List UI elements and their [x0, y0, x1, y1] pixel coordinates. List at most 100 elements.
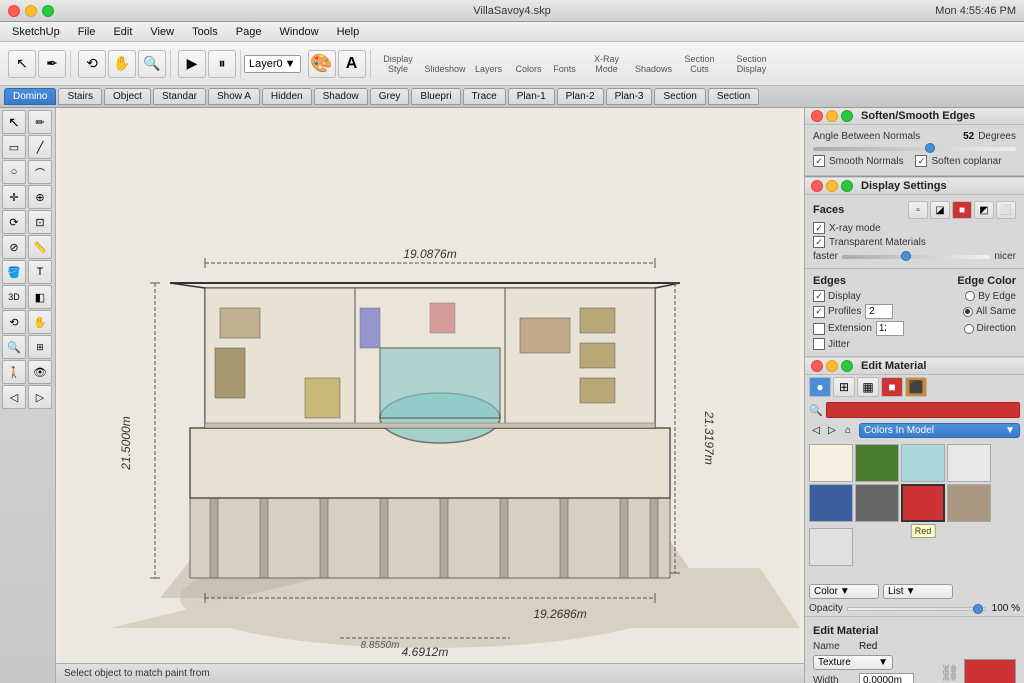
- menu-window[interactable]: Window: [271, 24, 326, 40]
- texture-dropdown[interactable]: Texture ▼: [813, 655, 893, 670]
- nav-home[interactable]: ⌂: [841, 424, 855, 438]
- swatch-light-blue[interactable]: [901, 444, 945, 482]
- profiles-checkbox[interactable]: [813, 306, 825, 318]
- width-field[interactable]: [859, 673, 914, 683]
- color-type-dropdown[interactable]: Color ▼: [809, 584, 879, 599]
- tool-next[interactable]: ▷: [28, 385, 52, 409]
- toolbar-orbit[interactable]: ⟲: [78, 50, 106, 78]
- face-icon-3[interactable]: ■: [952, 201, 972, 219]
- tool-3d-text[interactable]: 3D: [2, 285, 26, 309]
- tab-stairs[interactable]: Stairs: [58, 88, 102, 105]
- tab-plan1[interactable]: Plan-1: [508, 88, 555, 105]
- swatch-scrollbar[interactable]: [947, 444, 991, 482]
- menu-tools[interactable]: Tools: [184, 24, 226, 40]
- jitter-checkbox[interactable]: [813, 338, 825, 350]
- swatch-light-gray[interactable]: [809, 528, 853, 566]
- xray-checkbox[interactable]: [813, 222, 825, 234]
- toolbar-play[interactable]: ▶: [178, 50, 206, 78]
- tool-rect[interactable]: ▭: [2, 135, 26, 159]
- tool-look[interactable]: 👁: [28, 360, 52, 384]
- mat-icon-3[interactable]: ▦: [857, 377, 879, 397]
- swatch-tan[interactable]: [947, 484, 991, 522]
- tool-rotate[interactable]: ⟳: [2, 210, 26, 234]
- face-icon-4[interactable]: ◩: [974, 201, 994, 219]
- tab-grey[interactable]: Grey: [370, 88, 410, 105]
- minimize-button[interactable]: [25, 5, 37, 17]
- tab-section2[interactable]: Section: [708, 88, 759, 105]
- display-zoom-button[interactable]: [841, 180, 853, 192]
- viewport-canvas[interactable]: 19.0876m 21.3197m 21.5000m 19.2686m 4.69…: [56, 108, 804, 683]
- tool-zoom[interactable]: 🔍: [2, 335, 26, 359]
- menu-file[interactable]: File: [70, 24, 104, 40]
- swatch-red[interactable]: Red: [901, 484, 945, 522]
- tab-standar[interactable]: Standar: [153, 88, 206, 105]
- soften-zoom-button[interactable]: [841, 110, 853, 122]
- face-icon-5[interactable]: ⬜: [996, 201, 1016, 219]
- smooth-normals-checkbox[interactable]: [813, 155, 825, 167]
- tool-section[interactable]: ◧: [28, 285, 52, 309]
- face-icon-1[interactable]: ▫: [908, 201, 928, 219]
- toolbar-paint[interactable]: ✒: [38, 50, 66, 78]
- tab-plan2[interactable]: Plan-2: [557, 88, 604, 105]
- layer-dropdown[interactable]: Layer0 ▼: [244, 55, 301, 73]
- tool-arc[interactable]: ⌒: [28, 160, 52, 184]
- mat-icon-1[interactable]: ●: [809, 377, 831, 397]
- tool-text[interactable]: T: [28, 260, 52, 284]
- tool-orbit[interactable]: ⟲: [2, 310, 26, 334]
- tool-pan[interactable]: ✋: [28, 310, 52, 334]
- menu-edit[interactable]: Edit: [105, 24, 140, 40]
- tool-move[interactable]: ✛: [2, 185, 26, 209]
- toolbar-pan[interactable]: ✋: [108, 50, 136, 78]
- tool-paint[interactable]: 🪣: [2, 260, 26, 284]
- tab-section1[interactable]: Section: [654, 88, 705, 105]
- tool-scale[interactable]: ⊡: [28, 210, 52, 234]
- mat-icon-4[interactable]: ■: [881, 377, 903, 397]
- quality-slider[interactable]: [842, 255, 990, 259]
- extension-value[interactable]: [876, 321, 904, 336]
- tool-push[interactable]: ⊕: [28, 185, 52, 209]
- extension-checkbox[interactable]: [813, 323, 825, 335]
- tab-bluepri[interactable]: Bluepri: [411, 88, 460, 105]
- menu-sketchup[interactable]: SketchUp: [4, 24, 68, 40]
- color-wheel-icon[interactable]: 🎨: [308, 50, 336, 78]
- menu-page[interactable]: Page: [228, 24, 270, 40]
- opacity-slider[interactable]: [847, 607, 986, 611]
- material-zoom-button[interactable]: [841, 360, 853, 372]
- menu-help[interactable]: Help: [329, 24, 368, 40]
- nav-back[interactable]: ◁: [809, 424, 823, 438]
- profiles-value[interactable]: [865, 304, 893, 319]
- tool-select[interactable]: ↖: [2, 110, 26, 134]
- font-icon[interactable]: A: [338, 50, 366, 78]
- menu-view[interactable]: View: [142, 24, 182, 40]
- swatch-cream[interactable]: [809, 444, 853, 482]
- face-icon-2[interactable]: ◪: [930, 201, 950, 219]
- soften-coplanar-checkbox[interactable]: [915, 155, 927, 167]
- swatch-blue[interactable]: [809, 484, 853, 522]
- tab-shadow[interactable]: Shadow: [314, 88, 368, 105]
- material-min-button[interactable]: [826, 360, 838, 372]
- all-same-radio[interactable]: [963, 307, 973, 317]
- search-input[interactable]: [826, 402, 1020, 418]
- tool-circle[interactable]: ○: [2, 160, 26, 184]
- display-checkbox[interactable]: [813, 290, 825, 302]
- tool-offset[interactable]: ⊘: [2, 235, 26, 259]
- direction-radio[interactable]: [964, 324, 974, 334]
- tool-tape[interactable]: 📏: [28, 235, 52, 259]
- tab-plan3[interactable]: Plan-3: [606, 88, 653, 105]
- angle-slider[interactable]: [813, 147, 1016, 151]
- tab-object[interactable]: Object: [104, 88, 151, 105]
- transparent-checkbox[interactable]: [813, 236, 825, 248]
- soften-close-button[interactable]: [811, 110, 823, 122]
- mat-icon-5[interactable]: ⬛: [905, 377, 927, 397]
- swatch-green[interactable]: [855, 444, 899, 482]
- display-min-button[interactable]: [826, 180, 838, 192]
- tool-prev[interactable]: ◁: [2, 385, 26, 409]
- by-edge-radio[interactable]: [965, 291, 975, 301]
- display-close-button[interactable]: [811, 180, 823, 192]
- close-button[interactable]: [8, 5, 20, 17]
- material-close-button[interactable]: [811, 360, 823, 372]
- swatch-gray[interactable]: [855, 484, 899, 522]
- tool-zoom-ext[interactable]: ⊞: [28, 335, 52, 359]
- tab-trace[interactable]: Trace: [463, 88, 506, 105]
- maximize-button[interactable]: [42, 5, 54, 17]
